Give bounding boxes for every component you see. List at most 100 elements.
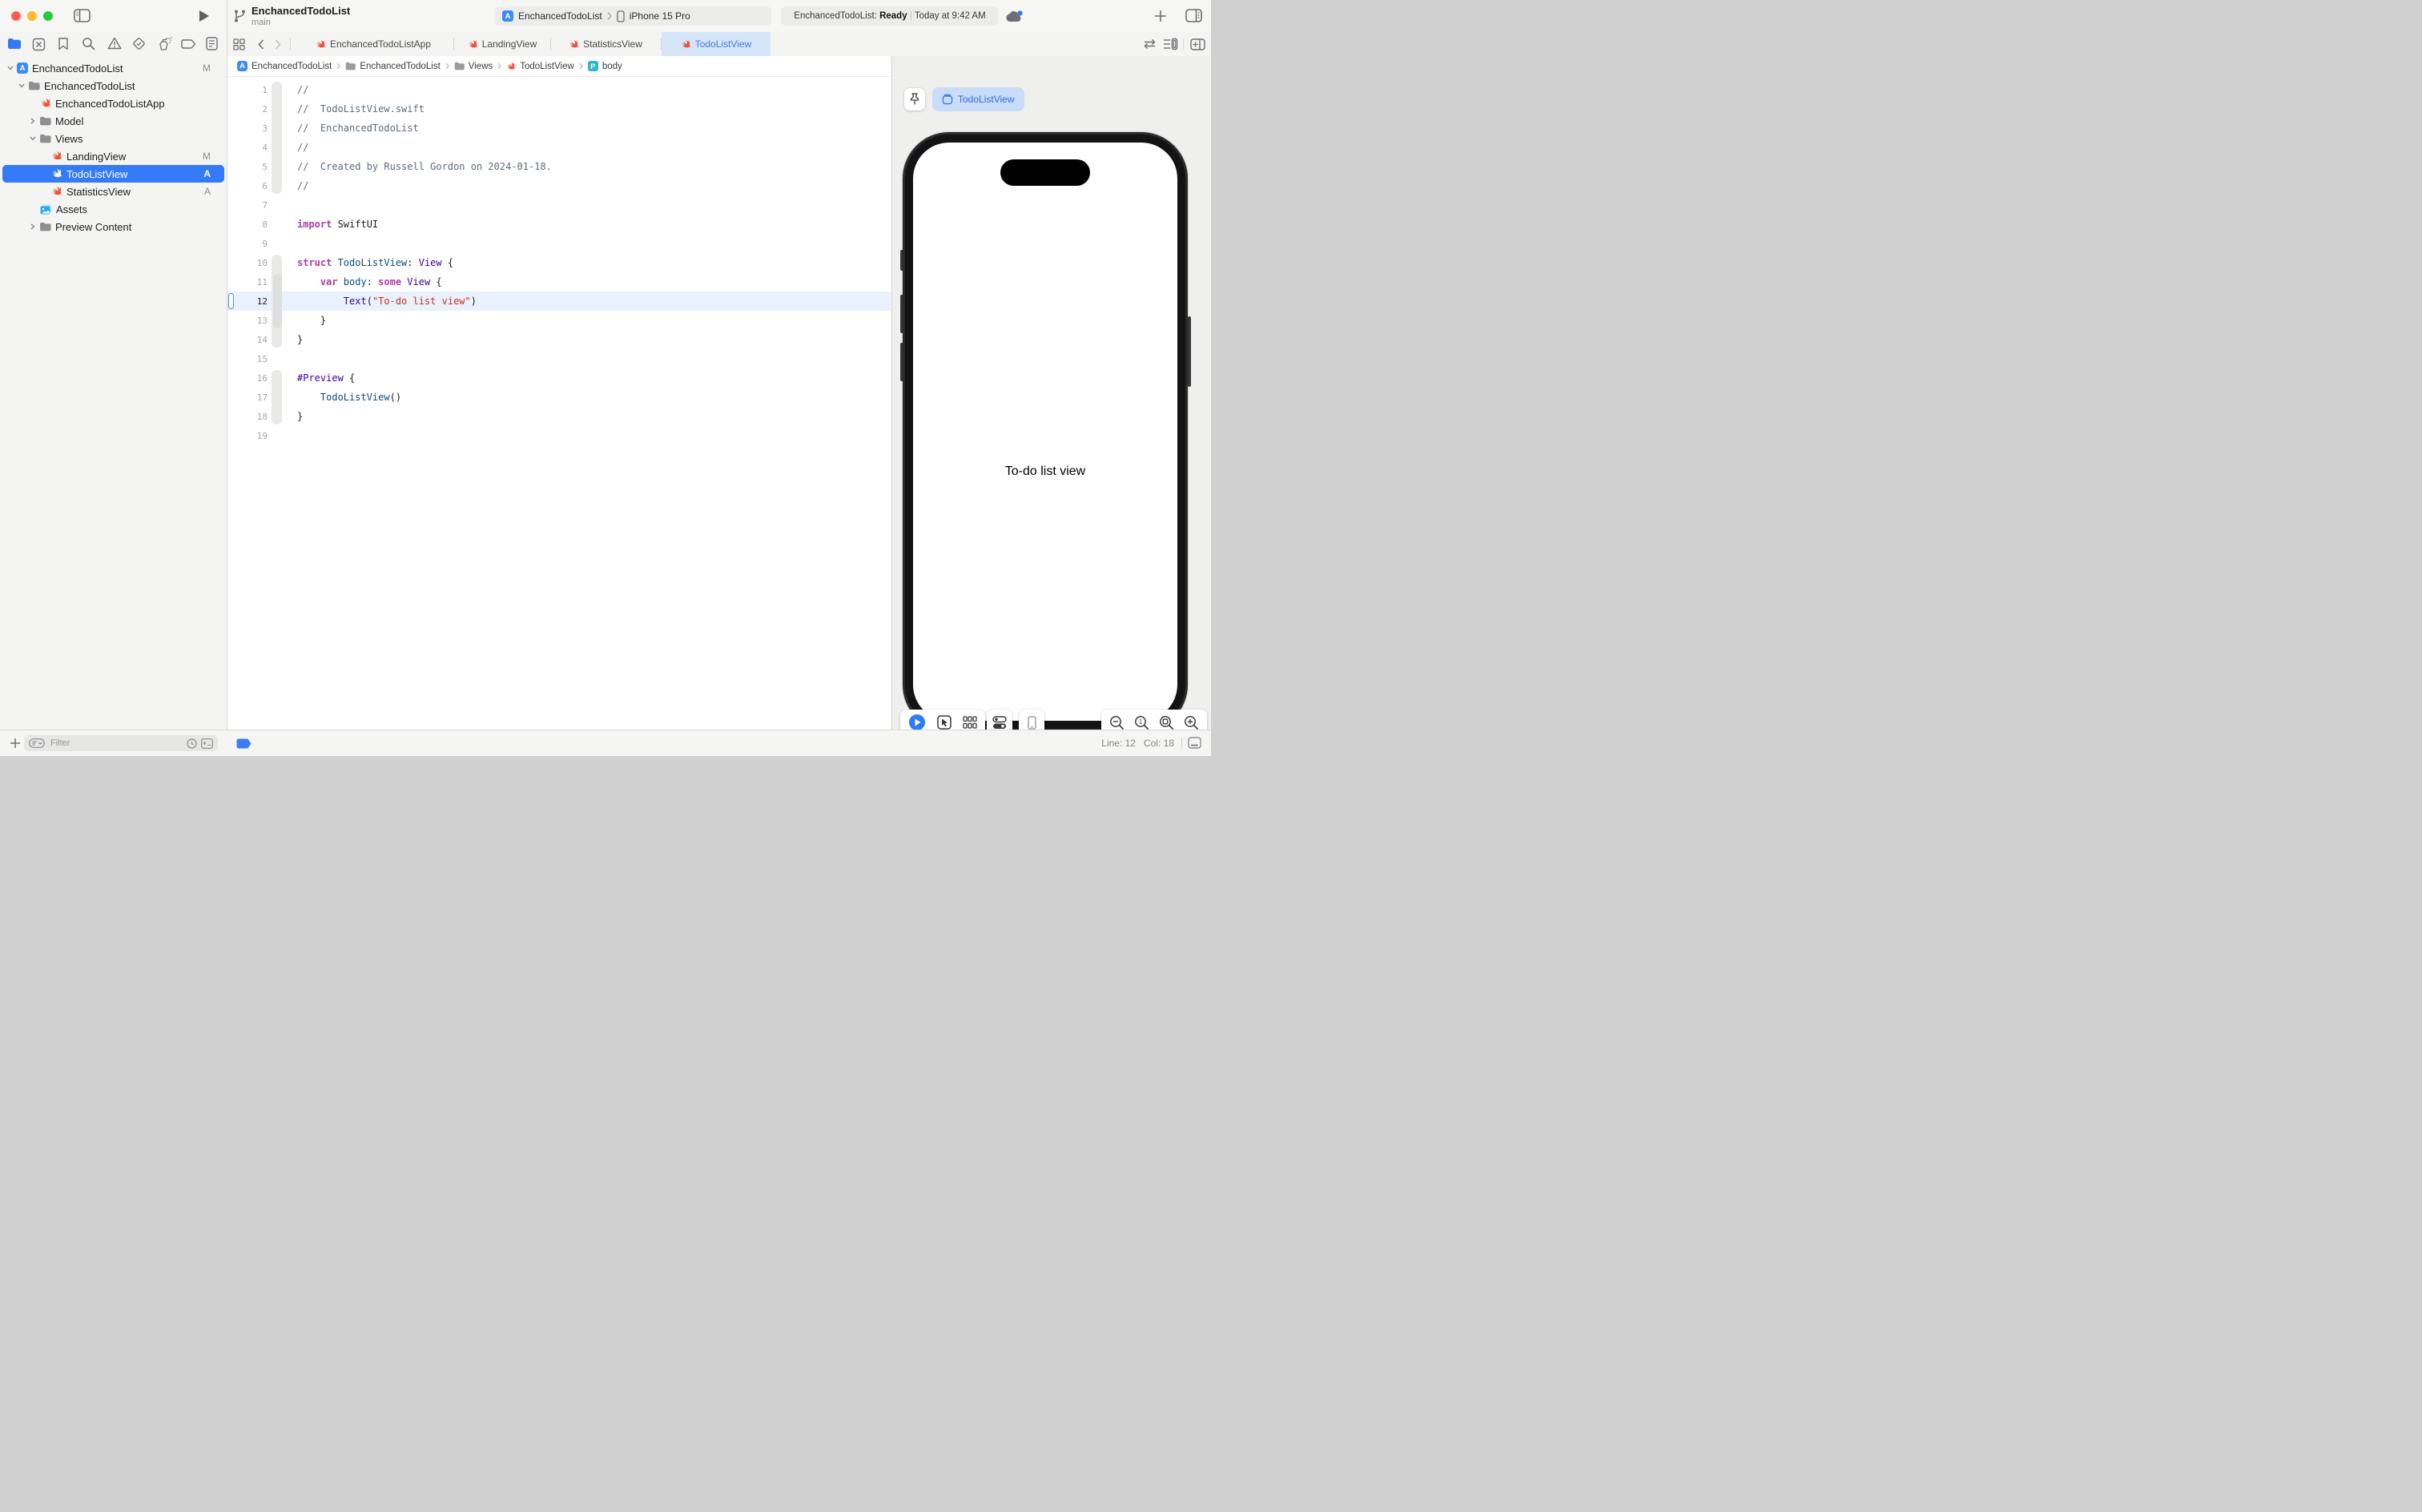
- code-line[interactable]: 11 var body: some View {: [227, 272, 891, 292]
- tree-row-statisticsview[interactable]: StatisticsView A: [0, 183, 227, 200]
- breakpoints-navigator-icon[interactable]: [181, 39, 196, 49]
- tree-row-landingview[interactable]: LandingView M: [0, 147, 227, 165]
- chevron-right-icon[interactable]: [29, 118, 37, 124]
- code-line[interactable]: 13 }: [227, 311, 891, 330]
- breakpoint-tag-icon[interactable]: [236, 738, 252, 749]
- code-line[interactable]: 17 TodoListView(): [227, 388, 891, 407]
- chevron-right-icon: [445, 62, 449, 70]
- code-line[interactable]: 16#Preview {: [227, 368, 891, 388]
- tab-label: StatisticsView: [583, 38, 642, 50]
- variants-mode-icon[interactable]: [963, 716, 977, 729]
- tree-row-views[interactable]: Views: [0, 130, 227, 147]
- filter-icon[interactable]: [29, 738, 45, 748]
- split-editor-icon[interactable]: [1190, 38, 1205, 50]
- project-navigator-icon[interactable]: [7, 38, 21, 50]
- code-line[interactable]: 7: [227, 195, 891, 215]
- code-line[interactable]: 6//: [227, 176, 891, 195]
- swift-file-icon: [51, 151, 62, 162]
- iphone-screen[interactable]: To-do list view: [913, 143, 1177, 721]
- source-control-navigator-icon[interactable]: [32, 38, 46, 51]
- swift-file-icon: [468, 39, 478, 50]
- divider: [1181, 738, 1182, 749]
- chevron-down-icon[interactable]: [18, 83, 26, 88]
- breadcrumb-item-file[interactable]: TodoListView: [506, 62, 574, 71]
- bookmarks-navigator-icon[interactable]: [58, 37, 69, 50]
- preview-target-button[interactable]: TodoListView: [932, 87, 1024, 111]
- fold-ribbon[interactable]: [272, 370, 282, 424]
- back-icon[interactable]: [258, 39, 264, 50]
- filter-input[interactable]: [49, 738, 183, 749]
- minimap-options-icon[interactable]: [1163, 38, 1178, 50]
- tab-landingview[interactable]: LandingView: [454, 32, 550, 56]
- code-line[interactable]: 1//: [227, 80, 891, 99]
- chevron-down-icon[interactable]: [29, 136, 37, 141]
- tree-row-enchancedtodolist-group[interactable]: EnchancedTodoList: [0, 77, 227, 94]
- code-line[interactable]: 14}: [227, 330, 891, 349]
- code-line[interactable]: 3// EnchancedTodoList: [227, 119, 891, 138]
- fold-ribbon[interactable]: [272, 82, 282, 194]
- code-line[interactable]: 2// TodoListView.swift: [227, 99, 891, 119]
- editor-bottom-bar-icon[interactable]: [1188, 737, 1201, 749]
- folder-icon: [28, 81, 40, 90]
- find-navigator-icon[interactable]: [82, 37, 95, 50]
- code-line[interactable]: 10struct TodoListView: View {: [227, 253, 891, 272]
- code-line[interactable]: 15: [227, 349, 891, 368]
- tree-row-preview-content[interactable]: Preview Content: [0, 218, 227, 235]
- issues-navigator-icon[interactable]: [107, 37, 122, 50]
- code-line[interactable]: 8import SwiftUI: [227, 215, 891, 234]
- swift-file-icon: [681, 39, 691, 50]
- sidebar-toggle-icon[interactable]: [74, 9, 91, 22]
- minimize-icon[interactable]: [27, 11, 37, 21]
- forward-icon[interactable]: [275, 39, 281, 50]
- inspector-toggle-icon[interactable]: [1185, 9, 1202, 22]
- code-line[interactable]: 4//: [227, 138, 891, 157]
- recent-files-clock-icon[interactable]: [187, 738, 197, 749]
- tree-row-todolistview[interactable]: TodoListView A: [2, 165, 224, 183]
- tree-row-enchancedtodolist-project[interactable]: A EnchancedTodoList M: [0, 59, 227, 77]
- breadcrumb-item-body[interactable]: P body: [588, 61, 622, 71]
- column-indicator: Col: 18: [1144, 738, 1174, 749]
- add-file-icon[interactable]: [10, 738, 21, 749]
- breadcrumb-item-group[interactable]: EnchancedTodoList: [345, 62, 440, 71]
- zoom-in-icon[interactable]: [1184, 715, 1199, 730]
- chevron-down-icon[interactable]: [6, 66, 14, 70]
- tests-navigator-icon[interactable]: [132, 37, 146, 50]
- zoom-icon[interactable]: [43, 11, 53, 21]
- code-line[interactable]: 19: [227, 426, 891, 445]
- add-editor-tab-icon[interactable]: [1154, 10, 1167, 22]
- tree-row-model[interactable]: Model: [0, 112, 227, 130]
- reports-navigator-icon[interactable]: [206, 37, 218, 50]
- pin-preview-button[interactable]: [904, 88, 925, 111]
- plus-minus-filter-icon[interactable]: [201, 738, 213, 749]
- activity-status[interactable]: EnchancedTodoList: Ready | Today at 9:42…: [781, 6, 999, 26]
- selectable-mode-icon[interactable]: [937, 715, 952, 730]
- tree-row-enchancedtodolistapp[interactable]: EnchancedTodoListApp: [0, 94, 227, 112]
- tab-statisticsview[interactable]: StatisticsView: [551, 32, 660, 56]
- breadcrumb-item-views[interactable]: Views: [454, 62, 493, 71]
- tree-row-assets[interactable]: Assets: [0, 200, 227, 218]
- tree-label: Assets: [56, 203, 87, 215]
- filter-field[interactable]: [24, 735, 218, 751]
- debug-navigator-icon[interactable]: [157, 36, 173, 50]
- code-line[interactable]: 5// Created by Russell Gordon on 2024-01…: [227, 157, 891, 176]
- line-indicator: Line: 12: [1101, 738, 1136, 749]
- close-icon[interactable]: [11, 11, 21, 21]
- fold-ribbon[interactable]: [273, 274, 282, 328]
- zoom-fit-icon[interactable]: [1159, 715, 1174, 730]
- zoom-out-icon[interactable]: [1109, 715, 1124, 730]
- zoom-100-icon[interactable]: 1: [1134, 715, 1149, 730]
- tree-label: Preview Content: [55, 221, 131, 233]
- tab-enchancedtodolistapp[interactable]: EnchancedTodoListApp: [293, 32, 453, 56]
- code-line[interactable]: 18}: [227, 407, 891, 426]
- code-line-current[interactable]: 12 Text("To-do list view"): [227, 292, 891, 311]
- run-button[interactable]: [199, 10, 210, 22]
- code-line[interactable]: 9: [227, 234, 891, 253]
- related-items-swap-icon[interactable]: [1143, 38, 1157, 50]
- live-preview-play-icon[interactable]: [908, 714, 926, 731]
- editor-grid-icon[interactable]: [233, 38, 245, 50]
- scheme-selector[interactable]: A EnchancedTodoList iPhone 15 Pro: [494, 6, 771, 26]
- code-editor[interactable]: 1// 2// TodoListView.swift 3// Enchanced…: [227, 77, 891, 730]
- chevron-right-icon[interactable]: [29, 223, 37, 230]
- tab-todolistview[interactable]: TodoListView: [662, 32, 770, 56]
- breadcrumb-item-project[interactable]: A EnchancedTodoList: [237, 61, 332, 71]
